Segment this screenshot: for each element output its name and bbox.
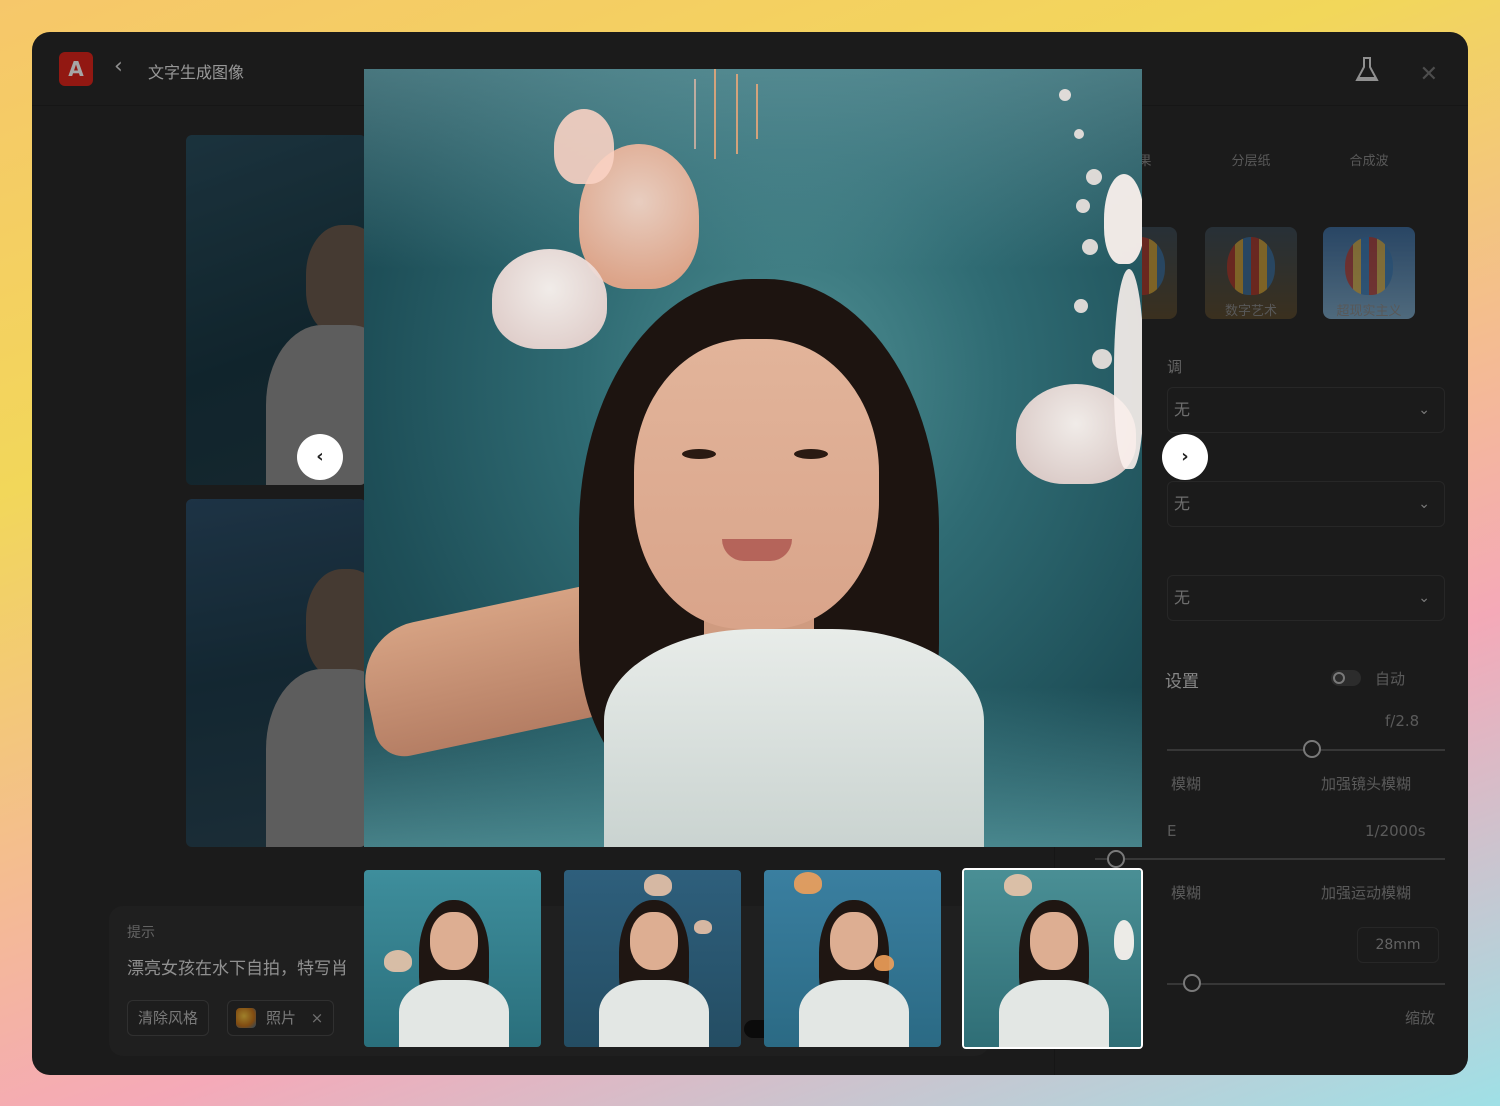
tentacle	[694, 79, 696, 149]
thumbnail-dress	[399, 980, 509, 1047]
thumbnail-jellyfish	[694, 920, 712, 934]
mouth	[722, 539, 792, 561]
tentacle	[736, 74, 738, 154]
thumbnail-1[interactable]	[364, 870, 541, 1047]
bubble	[1074, 299, 1088, 313]
dress	[604, 629, 984, 847]
thumbnail-2[interactable]	[564, 870, 741, 1047]
thumbnail-jellyfish	[874, 955, 894, 971]
jellyfish	[492, 249, 607, 349]
thumbnail-dress	[999, 980, 1109, 1047]
thumbnail-jellyfish	[644, 874, 672, 896]
jellyfish	[554, 109, 614, 184]
thumbnail-4-selected[interactable]	[962, 868, 1143, 1049]
bubble	[1092, 349, 1112, 369]
next-image-button[interactable]: ›	[1162, 434, 1208, 480]
face	[634, 339, 879, 629]
preview-image	[364, 69, 1142, 847]
bubble	[1076, 199, 1090, 213]
eye	[682, 449, 716, 459]
water-light	[364, 69, 1142, 269]
tentacle	[714, 69, 716, 159]
jellyfish	[1104, 174, 1142, 264]
thumbnail-jellyfish	[384, 950, 412, 972]
bubble	[1059, 89, 1071, 101]
thumbnail-jellyfish	[1004, 874, 1032, 896]
bubble	[1082, 239, 1098, 255]
eye	[794, 449, 828, 459]
thumbnail-face	[630, 912, 678, 970]
bubble	[1074, 129, 1084, 139]
tentacle	[756, 84, 758, 139]
jellyfish	[1114, 269, 1142, 469]
previous-image-button[interactable]: ‹	[297, 434, 343, 480]
thumbnail-jellyfish	[1114, 920, 1134, 960]
thumbnail-face	[430, 912, 478, 970]
thumbnail-dress	[799, 980, 909, 1047]
bubble	[1086, 169, 1102, 185]
thumbnail-3[interactable]	[764, 870, 941, 1047]
thumbnail-jellyfish	[794, 872, 822, 894]
thumbnail-face	[830, 912, 878, 970]
thumbnail-face	[1030, 912, 1078, 970]
thumbnail-dress	[599, 980, 709, 1047]
